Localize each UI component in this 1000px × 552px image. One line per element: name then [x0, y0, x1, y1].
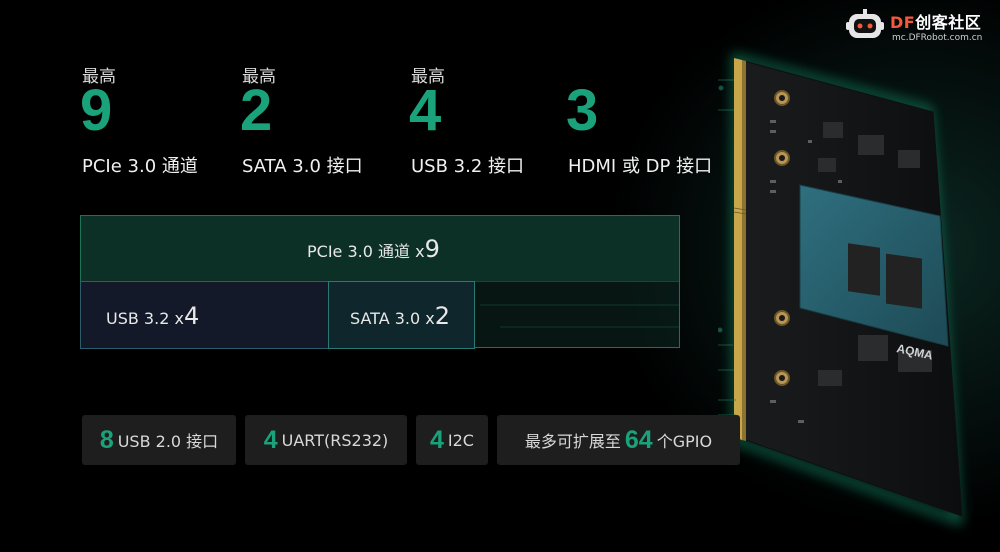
feature-number: 64 — [624, 425, 653, 454]
usb-lanes-bar: USB 3.2 x4 — [80, 281, 329, 349]
som-board-image: AQMA — [718, 52, 963, 526]
feature-number: 8 — [99, 425, 114, 454]
feature-label: UART(RS232) — [281, 430, 389, 450]
feature-gpio: 最多可扩展至 64 个GPIO — [497, 415, 740, 465]
dfrobot-logo[interactable]: DF创客社区 mc.DFRobot.com.cn — [846, 6, 996, 46]
usb-lanes-count: 4 — [183, 302, 200, 330]
feature-uart: 4 UART(RS232) — [245, 415, 407, 465]
stat-label: USB 3.2 接口 — [411, 156, 525, 177]
feature-prefix: 最多可扩展至 — [524, 432, 621, 451]
stat-label: PCIe 3.0 通道 — [82, 156, 198, 177]
logo-brand-df: DF — [890, 13, 916, 32]
feature-usb2: 8 USB 2.0 接口 — [82, 415, 236, 465]
feature-i2c: 4 I2C — [416, 415, 488, 465]
stat-label: SATA 3.0 接口 — [242, 156, 363, 177]
feature-number: 4 — [430, 425, 444, 454]
feature-label: USB 2.0 接口 — [117, 432, 219, 451]
lane-allocation-diagram: PCIe 3.0 通道 x9 USB 3.2 x4 SATA 3.0 x2 — [80, 215, 680, 349]
stat-number: 4 — [409, 78, 442, 143]
robot-logo-icon — [846, 9, 884, 38]
usb-lanes-text: USB 3.2 x — [106, 309, 184, 328]
stat-number: 3 — [566, 78, 599, 143]
pcie-lanes-count: 9 — [424, 235, 440, 263]
logo-title: DF创客社区 — [890, 9, 981, 33]
stat-label: HDMI 或 DP 接口 — [568, 156, 713, 177]
usb-lanes-label: USB 3.2 x4 — [106, 302, 199, 330]
sata-lanes-text: SATA 3.0 x — [350, 309, 435, 328]
logo-url: mc.DFRobot.com.cn — [892, 33, 983, 43]
feature-label: 个GPIO — [656, 432, 713, 451]
stat-number: 2 — [240, 78, 273, 143]
sata-lanes-label: SATA 3.0 x2 — [350, 302, 450, 330]
stat-number: 9 — [80, 78, 113, 143]
logo-brand-name: 创客社区 — [915, 13, 982, 32]
sata-lanes-bar: SATA 3.0 x2 — [328, 281, 475, 349]
sata-lanes-count: 2 — [434, 302, 450, 330]
pcie-lanes-text: PCIe 3.0 通道 x — [307, 242, 425, 261]
pcie-lanes-bar: PCIe 3.0 通道 x9 — [80, 215, 680, 282]
feature-number: 4 — [263, 425, 278, 454]
pcie-lanes-label: PCIe 3.0 通道 x9 — [307, 235, 440, 263]
feature-label: I2C — [447, 430, 474, 450]
